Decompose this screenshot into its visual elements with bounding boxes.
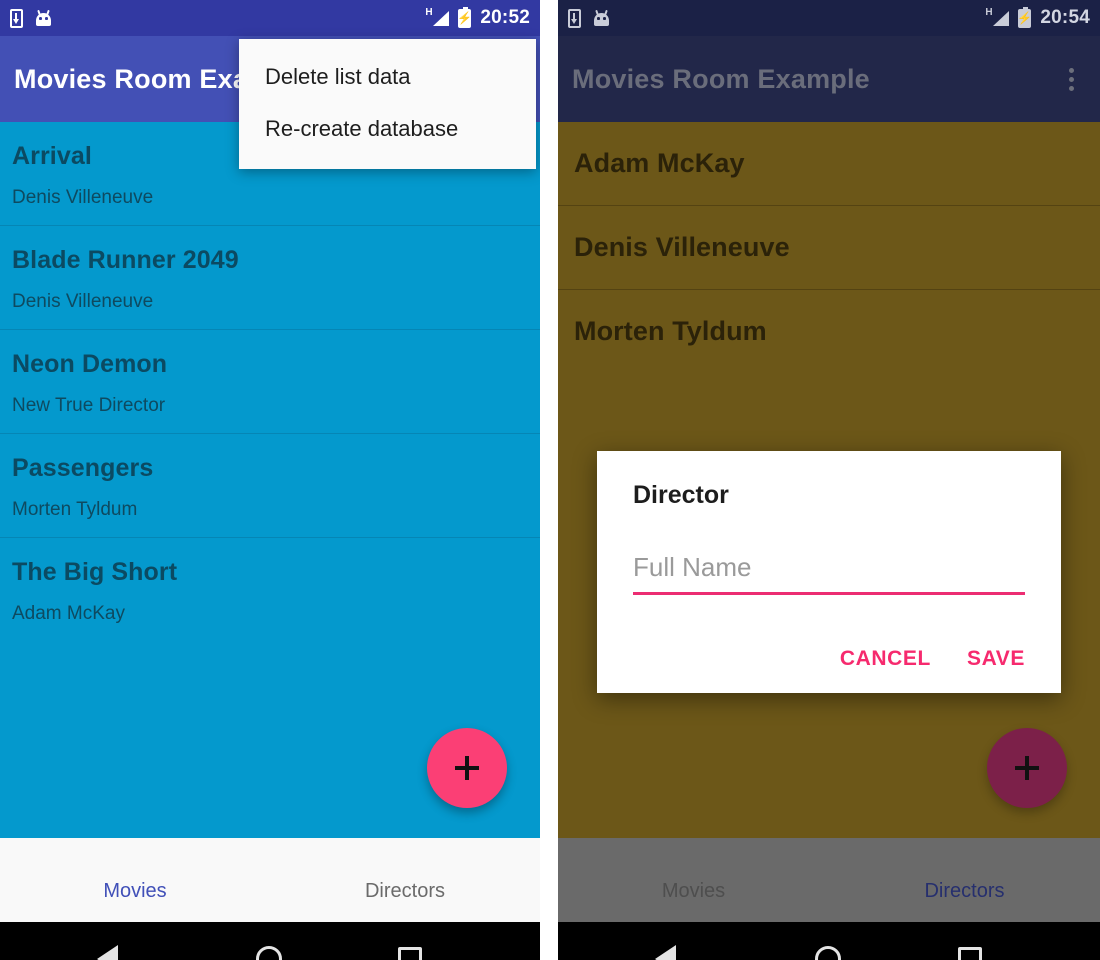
status-bar: H ⚡ 20:54 bbox=[558, 0, 1100, 36]
overflow-menu-icon[interactable] bbox=[1056, 55, 1086, 103]
directors-list: Adam McKay Denis Villeneuve Morten Tyldu… bbox=[558, 122, 1100, 838]
movie-director: Adam McKay bbox=[12, 603, 125, 624]
left-phone-screen: H ⚡ 20:52 Movies Room Example Arrival De… bbox=[0, 0, 540, 960]
movie-title: Blade Runner 2049 bbox=[12, 246, 239, 274]
tab-directors-label: Directors bbox=[924, 879, 1005, 902]
director-dialog: Director CANCEL SAVE bbox=[597, 451, 1061, 693]
movie-director: New True Director bbox=[12, 395, 166, 416]
download-icon bbox=[568, 8, 581, 28]
recents-icon[interactable] bbox=[398, 947, 422, 960]
movie-director: Denis Villeneuve bbox=[12, 291, 154, 312]
status-bar-right-icons: H ⚡ 20:52 bbox=[425, 6, 530, 29]
signal-type-label: H bbox=[425, 6, 433, 18]
bottom-tab-bar: Movies Directors bbox=[558, 838, 1100, 922]
full-name-input[interactable] bbox=[633, 552, 1025, 595]
dialog-actions: CANCEL SAVE bbox=[633, 647, 1025, 671]
back-icon[interactable] bbox=[655, 945, 698, 960]
list-item[interactable]: Neon Demon New True Director bbox=[0, 329, 540, 433]
recents-icon[interactable] bbox=[957, 947, 982, 960]
battery-charging-icon: ⚡ bbox=[1017, 6, 1032, 28]
home-icon[interactable] bbox=[814, 946, 841, 960]
home-icon[interactable] bbox=[256, 946, 282, 960]
save-button[interactable]: SAVE bbox=[967, 647, 1025, 671]
screen-divider bbox=[540, 0, 558, 960]
status-bar-left-icons bbox=[568, 8, 611, 28]
list-item[interactable]: Passengers Morten Tyldum bbox=[0, 433, 540, 537]
tab-directors[interactable]: Directors bbox=[829, 838, 1100, 922]
movie-title: Neon Demon bbox=[12, 350, 168, 378]
dialog-title: Director bbox=[633, 481, 729, 509]
status-bar-clock: 20:54 bbox=[1040, 7, 1090, 28]
tab-directors-label: Directors bbox=[364, 879, 445, 902]
tab-movies-label: Movies bbox=[103, 879, 167, 902]
movie-director: Morten Tyldum bbox=[12, 499, 138, 520]
tab-directors[interactable]: Directors bbox=[270, 838, 540, 922]
signal-h-icon: H bbox=[425, 6, 450, 28]
list-item[interactable]: The Big Short Adam McKay bbox=[0, 537, 540, 641]
add-movie-fab[interactable] bbox=[427, 728, 507, 808]
menu-item-delete-list-data[interactable]: Delete list data bbox=[239, 51, 536, 103]
android-nav-bar bbox=[0, 922, 540, 960]
movie-title: The Big Short bbox=[12, 558, 178, 586]
tab-movies-label: Movies bbox=[661, 879, 726, 902]
tab-movies[interactable]: Movies bbox=[558, 838, 829, 922]
tab-movies[interactable]: Movies bbox=[0, 838, 270, 922]
cancel-button[interactable]: CANCEL bbox=[840, 647, 931, 671]
android-head-icon bbox=[34, 9, 53, 26]
movie-title: Passengers bbox=[12, 454, 154, 482]
overflow-menu-popup: Delete list data Re-create database bbox=[239, 39, 536, 169]
android-nav-bar bbox=[558, 922, 1100, 960]
status-bar-left-icons bbox=[10, 8, 53, 28]
download-icon bbox=[10, 8, 23, 28]
signal-h-icon: H bbox=[985, 6, 1010, 28]
signal-type-label: H bbox=[985, 6, 993, 18]
app-bar-title: Movies Room Example bbox=[572, 63, 870, 94]
movies-list: Arrival Denis Villeneuve Blade Runner 20… bbox=[0, 122, 540, 838]
bottom-tab-bar: Movies Directors bbox=[0, 838, 540, 922]
menu-item-recreate-database[interactable]: Re-create database bbox=[239, 103, 536, 155]
status-bar-clock: 20:52 bbox=[480, 7, 530, 28]
movie-director: Denis Villeneuve bbox=[12, 187, 154, 208]
android-head-icon bbox=[592, 9, 611, 26]
list-item[interactable]: Blade Runner 2049 Denis Villeneuve bbox=[0, 225, 540, 329]
battery-charging-icon: ⚡ bbox=[457, 6, 472, 28]
status-bar: H ⚡ 20:52 bbox=[0, 0, 540, 36]
dialog-field bbox=[633, 552, 1025, 595]
dual-screenshot: H ⚡ 20:52 Movies Room Example Arrival De… bbox=[0, 0, 1100, 960]
app-bar: Movies Room Example bbox=[558, 36, 1100, 122]
status-bar-right-icons: H ⚡ 20:54 bbox=[985, 6, 1090, 29]
back-icon[interactable] bbox=[97, 945, 140, 960]
plus-icon bbox=[452, 753, 482, 783]
right-phone-screen: H ⚡ 20:54 Movies Room Example Adam McKay… bbox=[558, 0, 1100, 960]
